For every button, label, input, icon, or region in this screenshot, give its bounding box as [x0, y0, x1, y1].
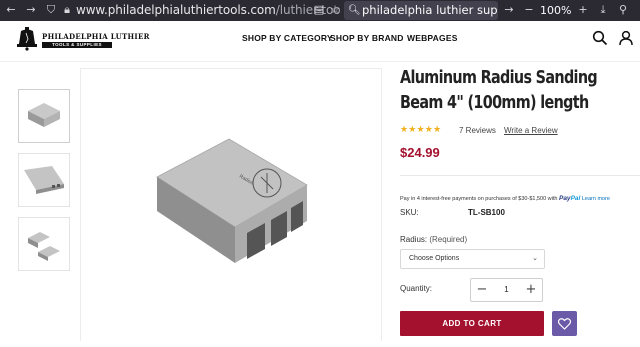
quantity-decrease-button[interactable]: −: [471, 279, 493, 301]
site-header: PHILADELPHIA LUTHIER TOOLS & SUPPLIES SH…: [0, 21, 640, 61]
shield-icon[interactable]: ⛉: [44, 3, 58, 17]
zoom-out-icon[interactable]: −: [522, 3, 536, 17]
zoom-level[interactable]: 100%: [540, 4, 571, 17]
lock-icon[interactable]: 🔒︎: [60, 3, 74, 17]
nav-webpages[interactable]: WEBPAGES: [407, 33, 458, 43]
sku-label: SKU:: [400, 208, 419, 217]
price-divider: [400, 175, 640, 176]
wishlist-button[interactable]: [552, 311, 577, 336]
paypal-text: Pay in 4 interest-free payments on purch…: [400, 196, 558, 202]
back-icon[interactable]: ←: [4, 3, 18, 17]
extension-icon[interactable]: ⚲: [616, 3, 630, 17]
url-host: www.philadelphialuthiertools.com: [76, 3, 276, 17]
paypal-logo-pal: Pal: [570, 195, 581, 202]
sanding-beam-image: Radius: [156, 138, 308, 263]
forward-icon[interactable]: →: [24, 3, 38, 17]
rating-stars[interactable]: ★★★★★: [400, 125, 441, 135]
quantity-increase-button[interactable]: +: [520, 279, 542, 301]
thumbnail-3[interactable]: [18, 217, 70, 271]
nav-shop-by-brand[interactable]: SHOP BY BRAND: [330, 33, 404, 43]
search-icon: 🔍︎: [348, 5, 361, 16]
add-to-cart-button[interactable]: ADD TO CART: [400, 311, 544, 336]
browser-search-input[interactable]: 🔍︎ philadelphia luthier supply: [344, 1, 498, 20]
liberty-bell-icon: [17, 27, 37, 51]
paypal-message: Pay in 4 interest-free payments on purch…: [400, 195, 610, 202]
product-thumbnail-image: [24, 166, 64, 194]
paypal-logo-pay: Pay: [558, 195, 571, 202]
quantity-stepper: − 1 +: [470, 278, 543, 302]
product-price: $24.99: [400, 145, 440, 160]
heart-icon: [558, 317, 571, 330]
sku-value: TL-SB100: [468, 208, 505, 217]
thumbnail-2[interactable]: [18, 153, 70, 207]
url-bar[interactable]: www.philadelphialuthiertools.com/luthier…: [76, 2, 340, 19]
account-icon[interactable]: [618, 30, 634, 46]
bookmark-icon[interactable]: ☆: [328, 3, 342, 17]
main-product-image[interactable]: Radius: [80, 68, 382, 341]
thumbnail-1[interactable]: [18, 89, 70, 143]
quantity-input[interactable]: 1: [493, 279, 520, 301]
paypal-learn-more-link[interactable]: Learn more: [582, 196, 610, 202]
product-thumbnail-image: [28, 232, 60, 261]
quantity-label: Quantity:: [400, 284, 433, 293]
reader-icon[interactable]: ▤: [312, 3, 326, 17]
zoom-in-icon[interactable]: +: [576, 3, 590, 17]
radius-select-value: Choose Options: [409, 255, 460, 262]
write-review-link[interactable]: Write a Review: [504, 126, 558, 135]
download-icon[interactable]: ⤓: [596, 3, 610, 17]
product-thumbnail-image: [28, 103, 60, 127]
radius-required: (Required): [429, 235, 468, 244]
radius-label-row: Radius: (Required): [400, 235, 467, 244]
nav-shop-by-category[interactable]: SHOP BY CATEGORY: [242, 33, 333, 43]
logo-subtitle: TOOLS & SUPPLIES: [42, 42, 112, 48]
logo-name: PHILADELPHIA LUTHIER: [42, 32, 150, 41]
chevron-down-icon: ⌄: [532, 255, 538, 262]
product-title: Aluminum Radius Sanding Beam 4" (100mm) …: [400, 68, 598, 113]
site-logo[interactable]: PHILADELPHIA LUTHIER TOOLS & SUPPLIES: [16, 27, 149, 55]
radius-label: Radius:: [400, 235, 428, 244]
header-divider: [0, 61, 640, 62]
reviews-count[interactable]: 7 Reviews: [459, 126, 496, 135]
go-icon[interactable]: →: [502, 3, 516, 17]
radius-select[interactable]: Choose Options ⌄: [400, 249, 545, 269]
browser-search-text: philadelphia luthier supply: [362, 3, 498, 17]
browser-toolbar: ← → ⛉ 🔒︎ www.philadelphialuthiertools.co…: [0, 0, 640, 21]
search-icon[interactable]: [592, 30, 608, 46]
